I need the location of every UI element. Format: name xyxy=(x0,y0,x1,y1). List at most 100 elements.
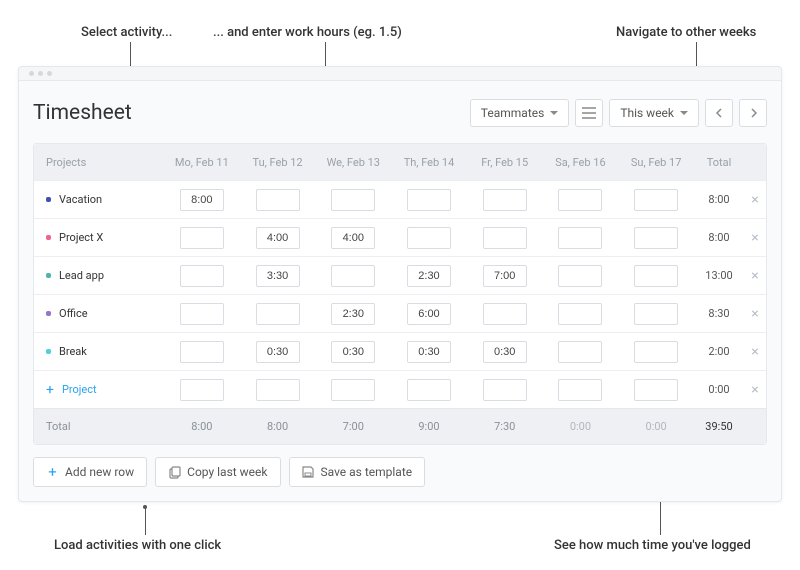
project-color-dot xyxy=(46,273,51,278)
project-cell[interactable]: Lead app xyxy=(34,269,164,282)
row-total: 8:00 xyxy=(694,193,744,206)
hours-input[interactable] xyxy=(256,227,300,249)
project-name: Vacation xyxy=(59,193,102,206)
hours-input[interactable] xyxy=(331,227,375,249)
hours-input[interactable] xyxy=(558,227,602,249)
list-icon xyxy=(582,107,596,119)
project-color-dot xyxy=(46,311,51,316)
list-view-button[interactable] xyxy=(575,99,603,127)
project-name: Project X xyxy=(59,231,103,244)
hours-input[interactable] xyxy=(634,341,678,363)
teammates-dropdown[interactable]: Teammates xyxy=(470,99,570,127)
hours-input[interactable] xyxy=(331,341,375,363)
timesheet-grid: Projects Mo, Feb 11 Tu, Feb 12 We, Feb 1… xyxy=(33,143,767,445)
save-template-label: Save as template xyxy=(321,465,413,479)
prev-week-button[interactable] xyxy=(705,99,733,127)
hours-input[interactable] xyxy=(634,227,678,249)
hours-input[interactable] xyxy=(558,379,602,401)
project-name: Lead app xyxy=(59,269,104,282)
header-row: Projects Mo, Feb 11 Tu, Feb 12 We, Feb 1… xyxy=(34,144,766,180)
col-total: Total xyxy=(694,156,744,169)
save-icon xyxy=(302,466,315,479)
copy-last-week-button[interactable]: Copy last week xyxy=(155,457,280,487)
hours-input[interactable] xyxy=(331,303,375,325)
callout-time-logged: See how much time you've logged xyxy=(554,538,751,553)
col-projects: Projects xyxy=(34,156,164,169)
day-total: 7:30 xyxy=(467,420,543,433)
grand-total: 39:50 xyxy=(694,420,744,433)
copy-icon xyxy=(168,466,181,479)
save-template-button[interactable]: Save as template xyxy=(289,457,426,487)
add-row-button[interactable]: + Add new row xyxy=(33,457,147,487)
hours-input[interactable] xyxy=(407,303,451,325)
hours-input[interactable] xyxy=(483,379,527,401)
day-total: 0:00 xyxy=(618,420,694,433)
hours-input[interactable] xyxy=(180,189,224,211)
delete-row-button[interactable]: × xyxy=(744,382,766,398)
col-day: Th, Feb 14 xyxy=(391,156,467,169)
col-day: We, Feb 13 xyxy=(315,156,391,169)
hours-input[interactable] xyxy=(483,303,527,325)
row-total: 8:30 xyxy=(694,307,744,320)
hours-input[interactable] xyxy=(634,265,678,287)
day-total: 9:00 xyxy=(391,420,467,433)
hours-input[interactable] xyxy=(483,341,527,363)
col-day: Fr, Feb 15 xyxy=(467,156,543,169)
hours-input[interactable] xyxy=(180,227,224,249)
hours-input[interactable] xyxy=(331,379,375,401)
delete-row-button[interactable]: × xyxy=(744,230,766,246)
project-cell[interactable]: Project X xyxy=(34,231,164,244)
hours-input[interactable] xyxy=(180,303,224,325)
hours-input[interactable] xyxy=(483,227,527,249)
hours-input[interactable] xyxy=(407,189,451,211)
hours-input[interactable] xyxy=(256,379,300,401)
hours-input[interactable] xyxy=(256,265,300,287)
hours-input[interactable] xyxy=(407,341,451,363)
hours-input[interactable] xyxy=(180,379,224,401)
row-total: 0:00 xyxy=(694,383,744,396)
hours-input[interactable] xyxy=(407,379,451,401)
col-day: Sa, Feb 16 xyxy=(543,156,619,169)
chevron-right-icon xyxy=(750,108,757,118)
hours-input[interactable] xyxy=(180,341,224,363)
hours-input[interactable] xyxy=(407,227,451,249)
add-project-button[interactable]: + Project xyxy=(34,382,164,398)
hours-input[interactable] xyxy=(558,265,602,287)
hours-input[interactable] xyxy=(483,265,527,287)
project-cell[interactable]: Office xyxy=(34,307,164,320)
add-project-row: + Project 0:00 × xyxy=(34,370,766,408)
table-row: Office 8:30× xyxy=(34,294,766,332)
delete-row-button[interactable]: × xyxy=(744,192,766,208)
delete-row-button[interactable]: × xyxy=(744,306,766,322)
hours-input[interactable] xyxy=(634,189,678,211)
row-total: 2:00 xyxy=(694,345,744,358)
hours-input[interactable] xyxy=(558,341,602,363)
callout-navigate-weeks: Navigate to other weeks xyxy=(616,25,756,40)
hours-input[interactable] xyxy=(180,265,224,287)
project-cell[interactable]: Break xyxy=(34,345,164,358)
hours-input[interactable] xyxy=(256,189,300,211)
hours-input[interactable] xyxy=(634,379,678,401)
hours-input[interactable] xyxy=(483,189,527,211)
col-day: Su, Feb 17 xyxy=(618,156,694,169)
hours-input[interactable] xyxy=(407,265,451,287)
totals-label: Total xyxy=(34,420,164,433)
delete-row-button[interactable]: × xyxy=(744,268,766,284)
project-color-dot xyxy=(46,235,51,240)
week-dropdown[interactable]: This week xyxy=(609,99,699,127)
hours-input[interactable] xyxy=(331,265,375,287)
project-cell[interactable]: Vacation xyxy=(34,193,164,206)
delete-row-button[interactable]: × xyxy=(744,344,766,360)
day-total: 8:00 xyxy=(164,420,240,433)
table-row: Project X8:00× xyxy=(34,218,766,256)
caret-down-icon xyxy=(680,111,688,115)
row-total: 13:00 xyxy=(694,269,744,282)
hours-input[interactable] xyxy=(256,303,300,325)
next-week-button[interactable] xyxy=(739,99,767,127)
col-day: Tu, Feb 12 xyxy=(240,156,316,169)
hours-input[interactable] xyxy=(558,189,602,211)
hours-input[interactable] xyxy=(558,303,602,325)
hours-input[interactable] xyxy=(331,189,375,211)
hours-input[interactable] xyxy=(256,341,300,363)
hours-input[interactable] xyxy=(634,303,678,325)
